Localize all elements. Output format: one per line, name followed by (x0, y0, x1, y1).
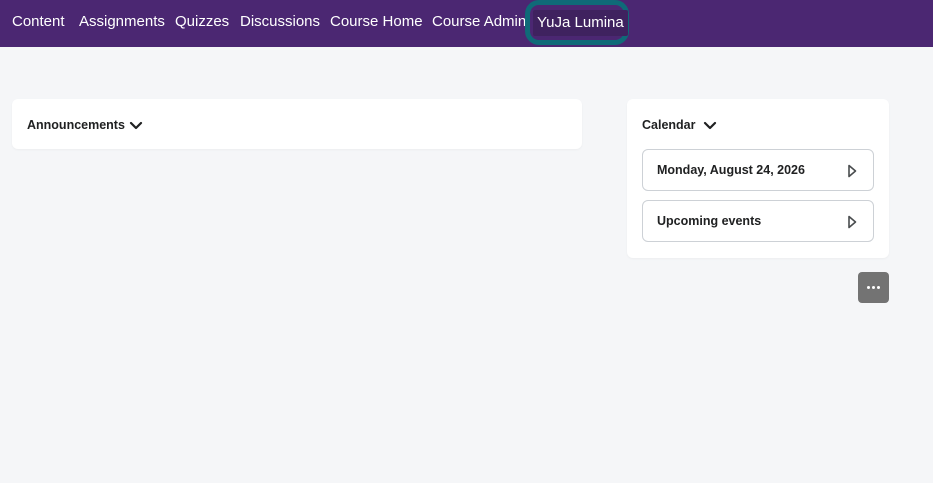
upcoming-events-label: Upcoming events (657, 214, 762, 228)
nav-item-discussions[interactable]: Discussions (240, 13, 320, 31)
nav-item-course-admin[interactable]: Course Admin (432, 13, 526, 31)
calendar-upcoming-row[interactable]: Upcoming events (642, 200, 874, 242)
nav-item-yuja-lumina[interactable]: YuJa Lumina (533, 10, 628, 36)
calendar-date-label: Monday, August 24, 2026 (657, 163, 805, 177)
ellipsis-icon (872, 286, 875, 289)
nav-item-course-home[interactable]: Course Home (330, 13, 423, 31)
triangle-right-icon (848, 215, 857, 229)
nav-item-content[interactable]: Content (12, 13, 65, 31)
nav-item-quizzes[interactable]: Quizzes (175, 13, 229, 31)
more-options-button[interactable] (858, 272, 889, 303)
chevron-down-icon[interactable] (129, 121, 143, 131)
chevron-down-icon[interactable] (703, 121, 717, 131)
ellipsis-icon (877, 286, 880, 289)
nav-item-assignments[interactable]: Assignments (79, 13, 165, 31)
announcements-title[interactable]: Announcements (27, 118, 125, 132)
calendar-title[interactable]: Calendar (642, 118, 696, 132)
triangle-right-icon (848, 164, 857, 178)
course-navbar: Content Assignments Quizzes Discussions … (0, 0, 933, 47)
calendar-today-row[interactable]: Monday, August 24, 2026 (642, 149, 874, 191)
ellipsis-icon (867, 286, 870, 289)
